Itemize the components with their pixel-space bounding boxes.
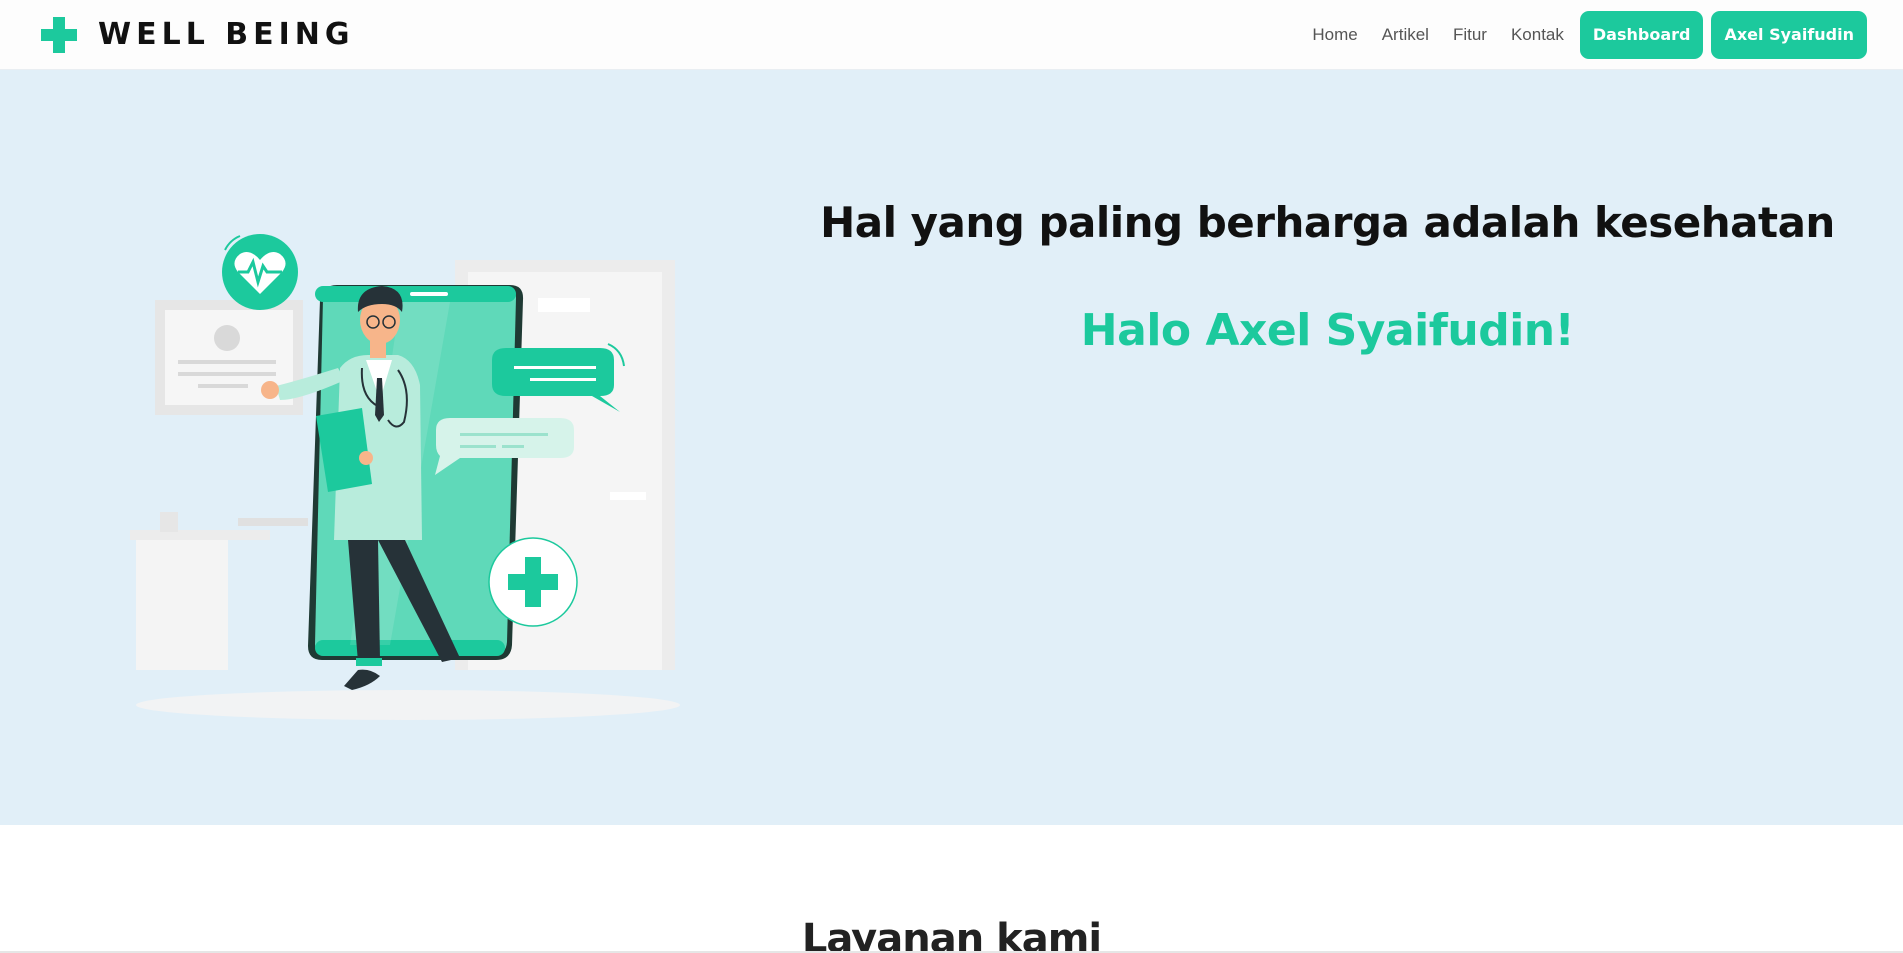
user-button[interactable]: Axel Syaifudin xyxy=(1711,10,1867,59)
dashboard-button[interactable]: Dashboard xyxy=(1579,10,1704,59)
doctor-illustration xyxy=(130,234,680,720)
hero-greeting: Halo Axel Syaifudin! xyxy=(1080,305,1575,356)
brand[interactable]: WELL BEING xyxy=(40,16,355,54)
nav-home[interactable]: Home xyxy=(1312,25,1357,45)
brand-name: WELL BEING xyxy=(98,17,355,52)
hero-title: Hal yang paling berharga adalah kesehata… xyxy=(820,198,1835,247)
navbar: WELL BEING Home Artikel Fitur Kontak Das… xyxy=(0,0,1903,70)
hero-section: Hal yang paling berharga adalah kesehata… xyxy=(0,70,1903,825)
nav-kontak[interactable]: Kontak xyxy=(1511,25,1564,45)
main-nav: Home Artikel Fitur Kontak Dashboard Axel… xyxy=(1312,10,1867,59)
medical-cross-icon xyxy=(41,16,77,53)
services-title: Layanan kami xyxy=(801,916,1102,953)
nav-artikel[interactable]: Artikel xyxy=(1382,25,1429,45)
nav-fitur[interactable]: Fitur xyxy=(1453,25,1487,45)
